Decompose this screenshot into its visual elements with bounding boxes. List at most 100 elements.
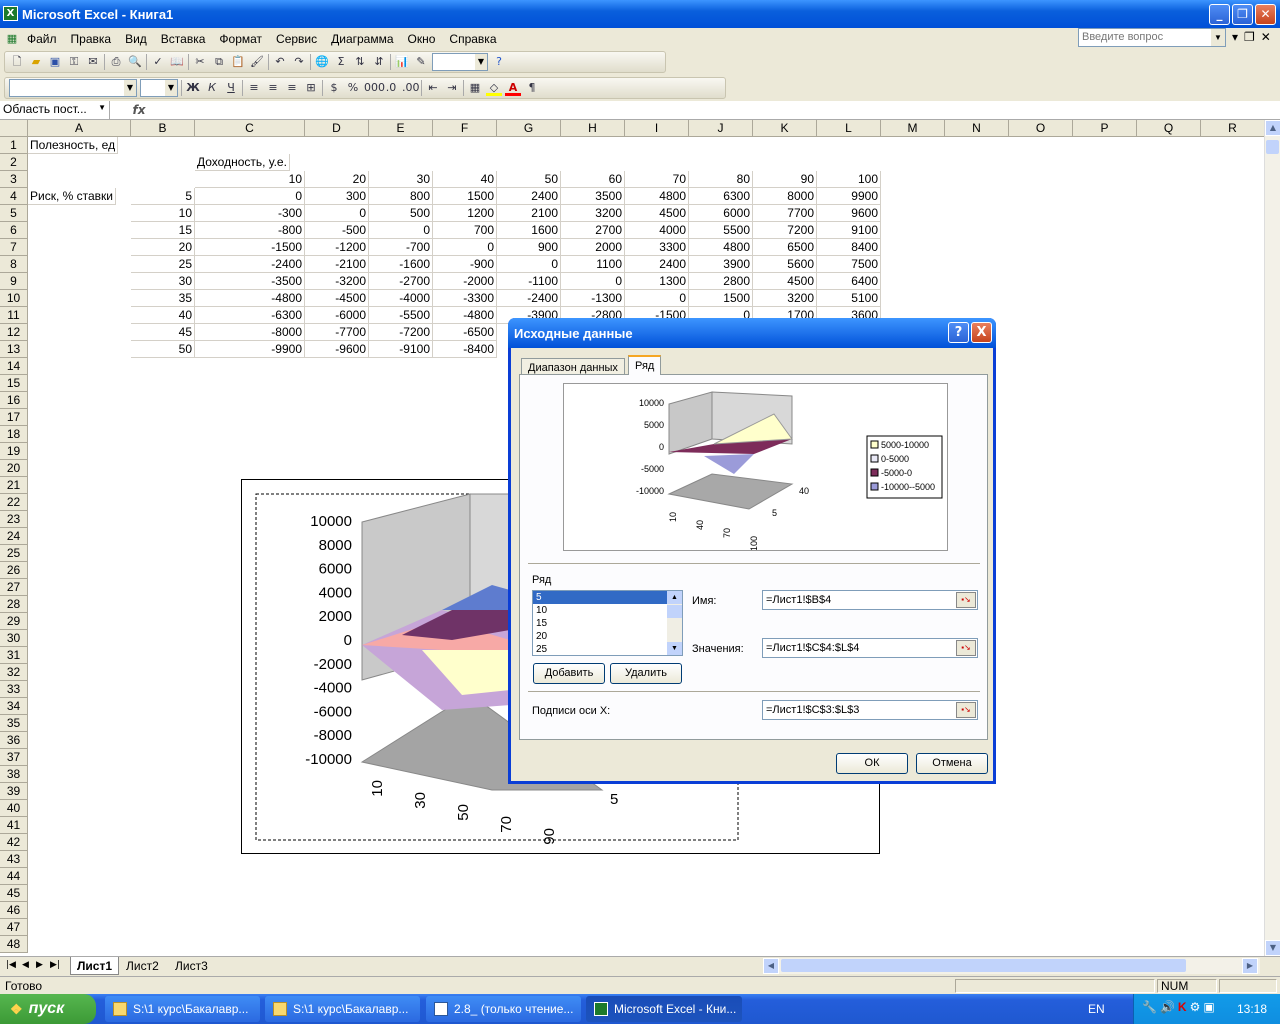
- cell[interactable]: 2000: [561, 239, 625, 256]
- copy-icon[interactable]: ⧉: [211, 54, 227, 70]
- menu-tools[interactable]: Сервис: [269, 32, 324, 46]
- cell[interactable]: 60: [561, 171, 625, 188]
- column-header[interactable]: J: [689, 120, 753, 137]
- open-icon[interactable]: ▰: [28, 54, 44, 70]
- cell[interactable]: 10: [131, 205, 195, 222]
- cell[interactable]: 1500: [433, 188, 497, 205]
- cell[interactable]: 3200: [753, 290, 817, 307]
- cell[interactable]: 0: [497, 256, 561, 273]
- remove-series-button[interactable]: Удалить: [610, 663, 682, 684]
- series-name-field[interactable]: =Лист1!$B$4 ▪↘: [762, 590, 978, 610]
- cell[interactable]: 35: [131, 290, 195, 307]
- prev-sheet-icon[interactable]: ◀: [22, 960, 29, 970]
- cell[interactable]: 7500: [817, 256, 881, 273]
- list-item[interactable]: 25: [533, 643, 682, 656]
- list-item[interactable]: 10: [533, 604, 682, 617]
- row-header[interactable]: 3: [0, 171, 28, 188]
- cell[interactable]: 10: [195, 171, 305, 188]
- workbook-window-controls[interactable]: ▾❐✕: [1232, 30, 1277, 44]
- cell[interactable]: -1200: [305, 239, 369, 256]
- sheet-tab-1[interactable]: Лист1: [70, 957, 120, 975]
- column-header[interactable]: C: [195, 120, 305, 137]
- cell[interactable]: -6000: [305, 307, 369, 324]
- menu-insert[interactable]: Вставка: [154, 32, 213, 46]
- cell[interactable]: -7200: [369, 324, 433, 341]
- collapse-dialog-icon[interactable]: ▪↘: [956, 640, 976, 656]
- cell[interactable]: -3300: [433, 290, 497, 307]
- cell[interactable]: -8000: [195, 324, 305, 341]
- column-header[interactable]: R: [1201, 120, 1264, 137]
- cell[interactable]: 1200: [433, 205, 497, 222]
- row-header[interactable]: 17: [0, 409, 28, 426]
- underline-icon[interactable]: Ч: [223, 80, 239, 96]
- hyperlink-icon[interactable]: 🌐: [314, 54, 330, 70]
- row-header[interactable]: 2: [0, 154, 28, 171]
- font-size-combo[interactable]: ▼: [140, 79, 178, 97]
- select-all-corner[interactable]: [0, 120, 28, 137]
- dialog-help-button[interactable]: ?: [948, 322, 969, 343]
- first-sheet-icon[interactable]: |◀: [6, 960, 16, 970]
- row-header[interactable]: 39: [0, 783, 28, 800]
- column-header[interactable]: I: [625, 120, 689, 137]
- list-item[interactable]: 20: [533, 630, 682, 643]
- row-header[interactable]: 12: [0, 324, 28, 341]
- cell[interactable]: 900: [497, 239, 561, 256]
- merge-center-icon[interactable]: ⊞: [303, 80, 319, 96]
- column-header[interactable]: B: [131, 120, 195, 137]
- cell[interactable]: -2100: [305, 256, 369, 273]
- sort-asc-icon[interactable]: ⇅: [352, 54, 368, 70]
- cell[interactable]: 40: [131, 307, 195, 324]
- language-indicator[interactable]: EN: [1088, 1002, 1105, 1016]
- row-header[interactable]: 44: [0, 868, 28, 885]
- row-header[interactable]: 11: [0, 307, 28, 324]
- scroll-up-icon[interactable]: ▲: [1265, 120, 1280, 136]
- cell[interactable]: 50: [497, 171, 561, 188]
- add-series-button[interactable]: Добавить: [533, 663, 605, 684]
- x-axis-labels-field[interactable]: =Лист1!$C$3:$L$3 ▪↘: [762, 700, 978, 720]
- cell[interactable]: 4800: [625, 188, 689, 205]
- cell[interactable]: -4800: [195, 290, 305, 307]
- italic-icon[interactable]: К: [204, 80, 220, 96]
- cell[interactable]: 3300: [625, 239, 689, 256]
- cell[interactable]: -1600: [369, 256, 433, 273]
- menu-view[interactable]: Вид: [118, 32, 154, 46]
- drawing-icon[interactable]: ✎: [413, 54, 429, 70]
- print-icon[interactable]: ⎙: [108, 54, 124, 70]
- font-color-icon[interactable]: A: [505, 80, 521, 96]
- row-header[interactable]: 28: [0, 596, 28, 613]
- row-header[interactable]: 19: [0, 443, 28, 460]
- cell[interactable]: -2000: [433, 273, 497, 290]
- sort-desc-icon[interactable]: ⇵: [371, 54, 387, 70]
- increase-decimal-icon[interactable]: .0: [383, 80, 399, 96]
- list-up-icon[interactable]: ▲: [667, 591, 682, 604]
- column-header[interactable]: O: [1009, 120, 1073, 137]
- cell[interactable]: -2700: [369, 273, 433, 290]
- row-header[interactable]: 47: [0, 919, 28, 936]
- minimize-button[interactable]: _: [1209, 4, 1230, 25]
- cell-c2[interactable]: Доходность, у.е.: [195, 154, 290, 171]
- column-header[interactable]: L: [817, 120, 881, 137]
- row-header[interactable]: 5: [0, 205, 28, 222]
- row-header[interactable]: 13: [0, 341, 28, 358]
- cell[interactable]: 3200: [561, 205, 625, 222]
- row-header[interactable]: 23: [0, 511, 28, 528]
- series-values-field[interactable]: =Лист1!$C$4:$L$4 ▪↘: [762, 638, 978, 658]
- maximize-button[interactable]: ❐: [1232, 4, 1253, 25]
- row-header[interactable]: 7: [0, 239, 28, 256]
- row-header[interactable]: 15: [0, 375, 28, 392]
- cell[interactable]: 40: [433, 171, 497, 188]
- increase-indent-icon[interactable]: ⇥: [444, 80, 460, 96]
- cell[interactable]: 90: [753, 171, 817, 188]
- cell[interactable]: -4000: [369, 290, 433, 307]
- tray-icons[interactable]: 🔧🔊K⚙▣: [1142, 1000, 1218, 1014]
- row-header[interactable]: 43: [0, 851, 28, 868]
- taskbar-item[interactable]: S:\1 курс\Бакалавр...: [265, 996, 420, 1022]
- menu-window[interactable]: Окно: [401, 32, 443, 46]
- formula-input[interactable]: [168, 101, 1280, 119]
- cell[interactable]: 9100: [817, 222, 881, 239]
- cell[interactable]: -700: [369, 239, 433, 256]
- cell[interactable]: 800: [369, 188, 433, 205]
- cell[interactable]: 1600: [497, 222, 561, 239]
- cell[interactable]: 700: [433, 222, 497, 239]
- sheet-tab-3[interactable]: Лист3: [169, 957, 214, 975]
